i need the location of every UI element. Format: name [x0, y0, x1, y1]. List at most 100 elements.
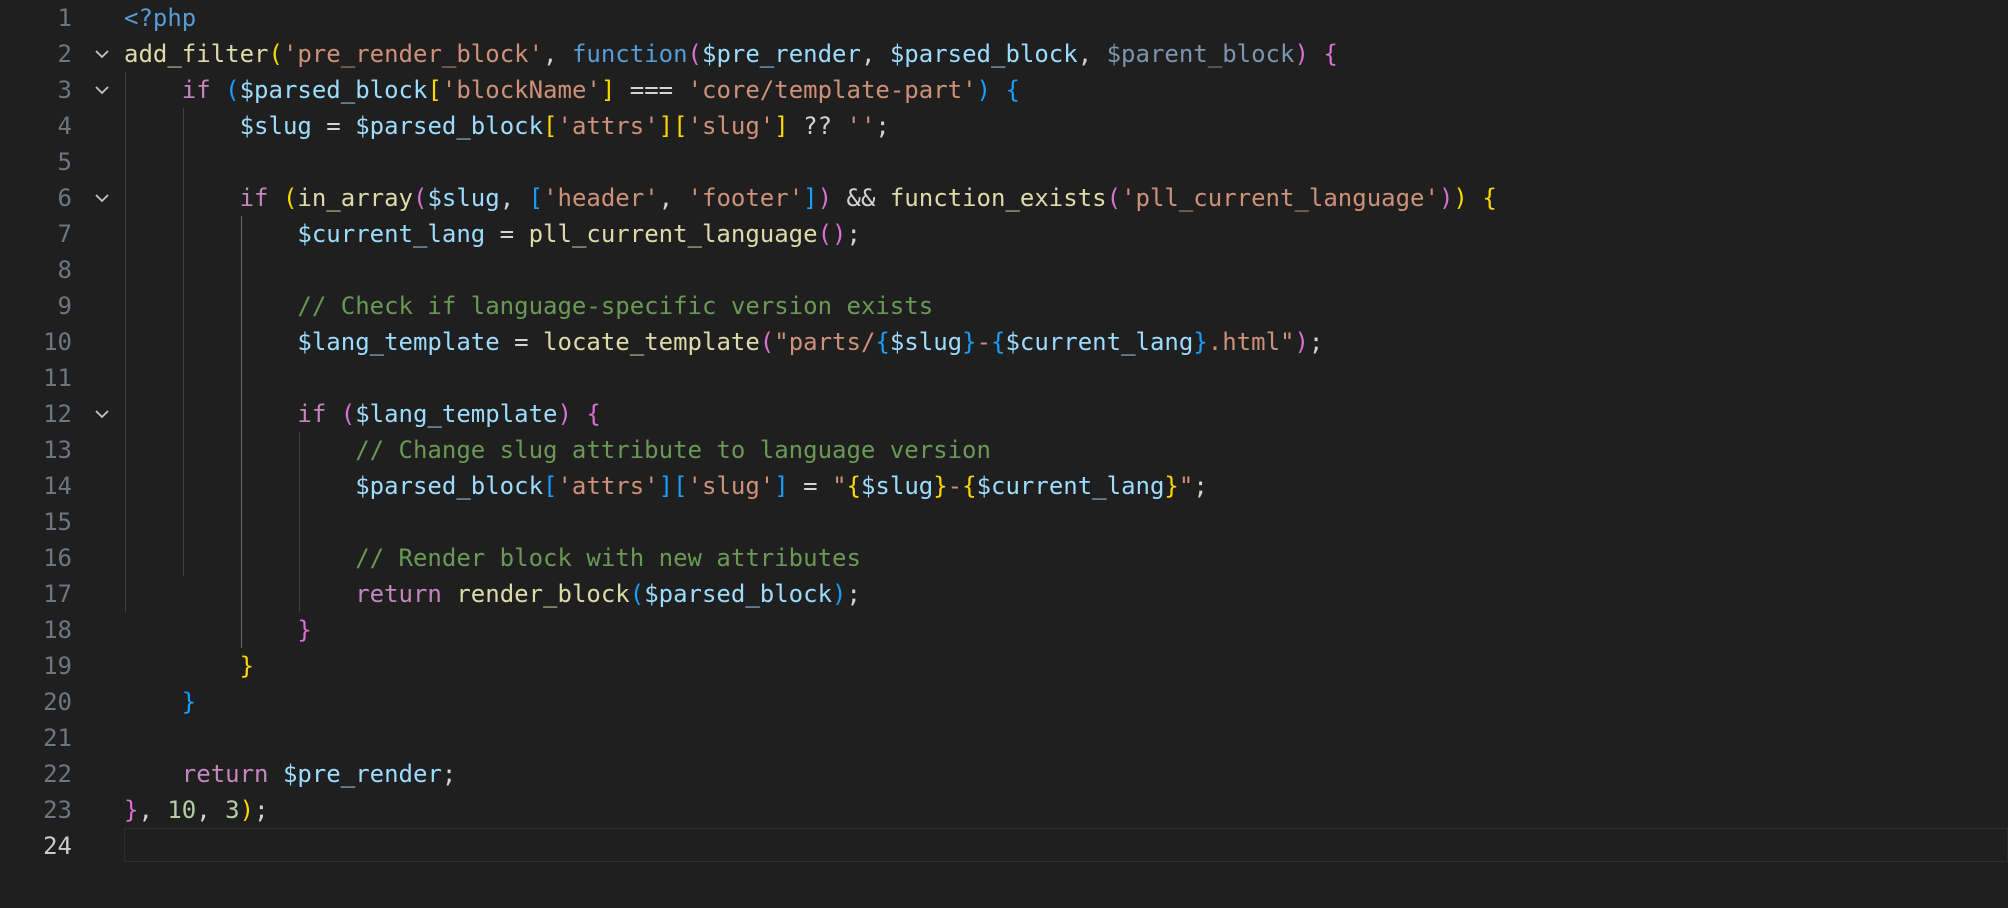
line-number[interactable]: 6 — [0, 180, 72, 216]
code-token: ; — [846, 580, 861, 608]
code-text[interactable]: $current_lang = pll_current_language(); — [124, 216, 861, 252]
code-line[interactable]: 21 — [0, 720, 2008, 756]
code-line[interactable]: 7 $current_lang = pll_current_language()… — [0, 216, 2008, 252]
code-text[interactable]: if ($parsed_block['blockName'] === 'core… — [124, 72, 1020, 108]
line-number[interactable]: 9 — [0, 288, 72, 324]
code-text[interactable]: $slug = $parsed_block['attrs']['slug'] ?… — [124, 108, 890, 144]
code-line[interactable]: 20 } — [0, 684, 2008, 720]
code-text[interactable]: <?php — [124, 0, 196, 36]
code-token: ; — [1193, 472, 1208, 500]
line-number[interactable]: 17 — [0, 576, 72, 612]
code-line[interactable]: 17 return render_block($parsed_block); — [0, 576, 2008, 612]
line-number[interactable]: 2 — [0, 36, 72, 72]
code-token: ( — [268, 40, 283, 68]
line-number[interactable]: 16 — [0, 540, 72, 576]
code-line[interactable]: 24 — [0, 828, 2008, 864]
code-token: } — [1193, 328, 1208, 356]
line-number[interactable]: 5 — [0, 144, 72, 180]
code-token: ) — [976, 76, 991, 104]
fold-chevron-icon[interactable] — [92, 72, 112, 108]
code-line[interactable]: 14 $parsed_block['attrs']['slug'] = "{$s… — [0, 468, 2008, 504]
code-line[interactable]: 9 // Check if language-specific version … — [0, 288, 2008, 324]
line-number[interactable]: 24 — [0, 828, 72, 864]
code-token: in_array — [297, 184, 413, 212]
code-token: $slug — [427, 184, 500, 212]
code-token: add_filter — [124, 40, 269, 68]
code-line[interactable]: 12 if ($lang_template) { — [0, 396, 2008, 432]
line-number[interactable]: 15 — [0, 504, 72, 540]
fold-chevron-icon[interactable] — [92, 180, 112, 216]
code-token: ( — [340, 400, 356, 428]
code-text[interactable]: // Change slug attribute to language ver… — [124, 432, 991, 468]
line-number[interactable]: 7 — [0, 216, 72, 252]
code-token: [ — [528, 184, 544, 212]
line-number[interactable]: 4 — [0, 108, 72, 144]
code-text[interactable]: return $pre_render; — [124, 756, 457, 792]
code-token: ) — [832, 580, 847, 608]
code-token: ] — [774, 472, 789, 500]
line-number[interactable]: 14 — [0, 468, 72, 504]
code-token: - — [947, 472, 963, 500]
code-token: ; — [254, 796, 269, 824]
code-line[interactable]: 2 add_filter('pre_render_block', function… — [0, 36, 2008, 72]
line-number[interactable]: 11 — [0, 360, 72, 396]
code-token: [ — [543, 472, 558, 500]
fold-chevron-icon[interactable] — [92, 36, 112, 72]
code-token: pll_current_language — [528, 220, 818, 248]
code-token: = — [485, 220, 529, 248]
code-line[interactable]: 23 }, 10, 3); — [0, 792, 2008, 828]
code-token: } — [297, 616, 312, 644]
line-number[interactable]: 8 — [0, 252, 72, 288]
code-text[interactable]: $parsed_block['attrs']['slug'] = "{$slug… — [124, 468, 1208, 504]
fold-chevron-icon[interactable] — [92, 396, 112, 432]
line-number[interactable]: 3 — [0, 72, 72, 108]
line-number[interactable]: 12 — [0, 396, 72, 432]
line-number[interactable]: 23 — [0, 792, 72, 828]
code-token: ( — [759, 328, 775, 356]
code-text[interactable]: if ($lang_template) { — [124, 396, 600, 432]
code-text[interactable]: return render_block($parsed_block); — [124, 576, 861, 612]
code-text[interactable]: if (in_array($slug, ['header', 'footer']… — [124, 180, 1497, 216]
code-line[interactable]: 15 — [0, 504, 2008, 540]
code-text[interactable]: } — [124, 684, 196, 720]
code-token: ; — [1308, 328, 1324, 356]
line-number[interactable]: 10 — [0, 324, 72, 360]
code-editor[interactable]: 1 <?php 2 add_filter('pre_render_block', fu… — [0, 0, 2008, 908]
code-line[interactable]: 5 — [0, 144, 2008, 180]
code-token: if — [297, 400, 327, 428]
code-text[interactable]: } — [124, 648, 254, 684]
code-text[interactable]: // Render block with new attributes — [124, 540, 861, 576]
line-number[interactable]: 1 — [0, 0, 72, 36]
code-text[interactable]: } — [124, 612, 312, 648]
code-text[interactable]: add_filter('pre_render_block', function(… — [124, 36, 1338, 72]
code-line[interactable]: 19 } — [0, 648, 2008, 684]
code-text[interactable]: // Check if language-specific version ex… — [124, 288, 933, 324]
code-line[interactable]: 16 // Render block with new attributes — [0, 540, 2008, 576]
code-line[interactable]: 8 — [0, 252, 2008, 288]
code-token: = — [311, 112, 356, 140]
code-line[interactable]: 13 // Change slug attribute to language … — [0, 432, 2008, 468]
code-text[interactable]: $lang_template = locate_template("parts/… — [124, 324, 1323, 360]
code-line[interactable]: 22 return $pre_render; — [0, 756, 2008, 792]
code-text[interactable]: }, 10, 3); — [124, 792, 269, 828]
line-number[interactable]: 21 — [0, 720, 72, 756]
code-token: { — [1323, 40, 1338, 68]
code-line[interactable]: 10 $lang_template = locate_template("par… — [0, 324, 2008, 360]
code-token: === — [615, 76, 688, 104]
code-line[interactable]: 6 if (in_array($slug, ['header', 'footer… — [0, 180, 2008, 216]
line-number[interactable]: 13 — [0, 432, 72, 468]
code-line[interactable]: 1 <?php — [0, 0, 2008, 36]
line-number[interactable]: 20 — [0, 684, 72, 720]
code-line[interactable]: 11 — [0, 360, 2008, 396]
code-line[interactable]: 18 } — [0, 612, 2008, 648]
line-number[interactable]: 22 — [0, 756, 72, 792]
code-line[interactable]: 3 if ($parsed_block['blockName'] === 'co… — [0, 72, 2008, 108]
code-token: ) — [1294, 328, 1309, 356]
line-number[interactable]: 19 — [0, 648, 72, 684]
line-number[interactable]: 18 — [0, 612, 72, 648]
code-line[interactable]: 4 $slug = $parsed_block['attrs']['slug']… — [0, 108, 2008, 144]
